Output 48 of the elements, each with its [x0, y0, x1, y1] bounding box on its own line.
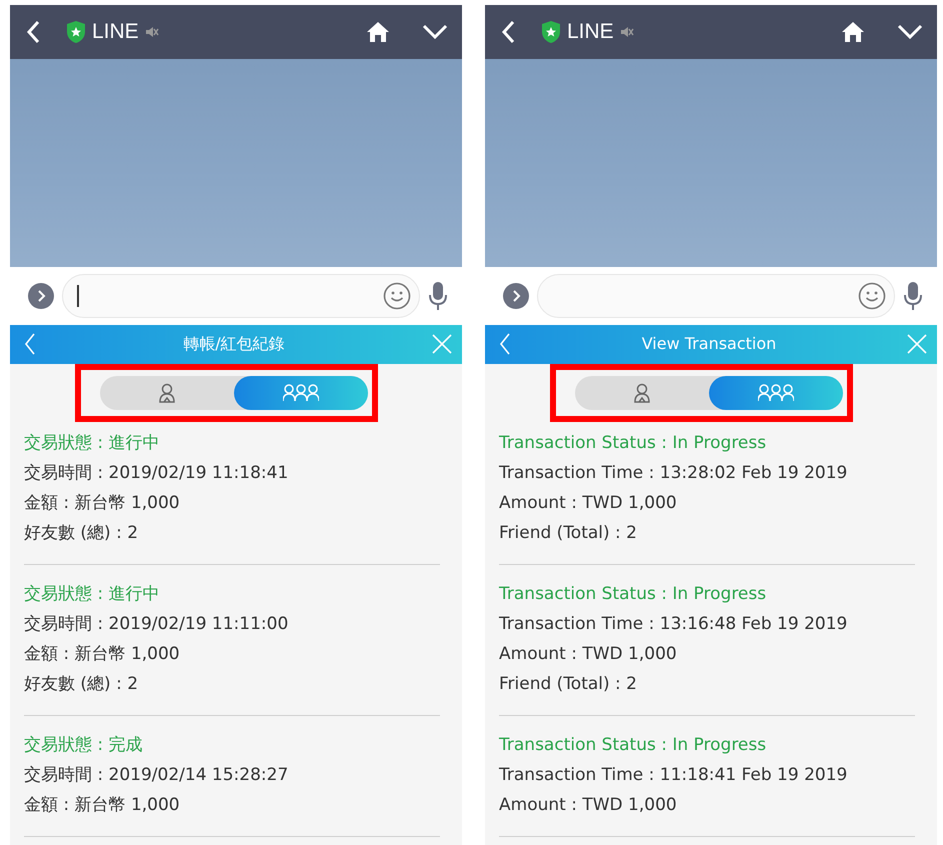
- back-icon[interactable]: [26, 20, 40, 44]
- chat-title: LINE: [92, 19, 139, 46]
- transaction-status: Transaction Status : In Progress: [499, 432, 768, 455]
- person-icon: [633, 383, 651, 403]
- transaction-detail: 金額 : 新台幣 1,000: [24, 492, 181, 515]
- sheet-title: 轉帳/紅包紀錄: [183, 333, 285, 356]
- transaction-status: 交易狀態 : 完成: [24, 734, 144, 757]
- group-icon: [758, 383, 794, 403]
- transaction-detail: 好友數 (總) : 2: [24, 522, 140, 545]
- chevron-down-icon[interactable]: [422, 24, 448, 40]
- transaction-detail: 交易時間 : 2019/02/19 11:11:00: [24, 613, 290, 636]
- transaction-detail: Transaction Time : 13:28:02 Feb 19 2019: [499, 462, 848, 485]
- muted-speaker-icon: [620, 25, 634, 40]
- shield-icon: [66, 20, 86, 44]
- transaction-detail: 交易時間 : 2019/02/14 15:28:27: [24, 764, 290, 787]
- transaction-detail: 交易時間 : 2019/02/19 11:18:41: [24, 462, 290, 485]
- muted-speaker-icon: [144, 25, 159, 40]
- transaction-detail: 金額 : 新台幣 1,000: [24, 794, 181, 817]
- transaction-detail: 金額 : 新台幣 1,000: [24, 643, 181, 666]
- transaction-detail: Transaction Time : 11:18:41 Feb 19 2019: [499, 764, 848, 787]
- transaction-detail: Transaction Time : 13:16:48 Feb 19 2019: [499, 613, 848, 636]
- shield-icon: [541, 20, 561, 44]
- person-icon: [158, 383, 176, 403]
- message-input[interactable]: [62, 274, 420, 318]
- transaction-detail: Amount : TWD 1,000: [499, 492, 678, 515]
- group-tab[interactable]: [234, 376, 368, 410]
- home-icon[interactable]: [841, 21, 865, 44]
- message-input[interactable]: [537, 274, 895, 318]
- transaction-detail: 好友數 (總) : 2: [24, 673, 140, 696]
- home-icon[interactable]: [366, 21, 390, 44]
- transaction-status: 交易狀態 : 進行中: [24, 432, 161, 455]
- group-tab[interactable]: [709, 376, 843, 410]
- transaction-status: Transaction Status : In Progress: [499, 583, 768, 606]
- transaction-detail: Amount : TWD 1,000: [499, 643, 678, 666]
- transaction-detail: Friend (Total) : 2: [499, 673, 638, 696]
- transaction-detail: Friend (Total) : 2: [499, 522, 638, 545]
- microphone-icon[interactable]: [903, 280, 923, 311]
- smiley-icon[interactable]: [858, 282, 886, 310]
- chat-title: LINE: [567, 19, 614, 46]
- transaction-status: Transaction Status : In Progress: [499, 734, 768, 757]
- back-icon[interactable]: [501, 20, 515, 44]
- transaction-detail: Amount : TWD 1,000: [499, 794, 678, 817]
- sheet-title: View Transaction: [642, 333, 776, 356]
- smiley-icon[interactable]: [383, 282, 411, 310]
- chevron-down-icon[interactable]: [897, 24, 923, 40]
- transaction-status: 交易狀態 : 進行中: [24, 583, 161, 606]
- microphone-icon[interactable]: [428, 280, 448, 311]
- group-icon: [283, 383, 319, 403]
